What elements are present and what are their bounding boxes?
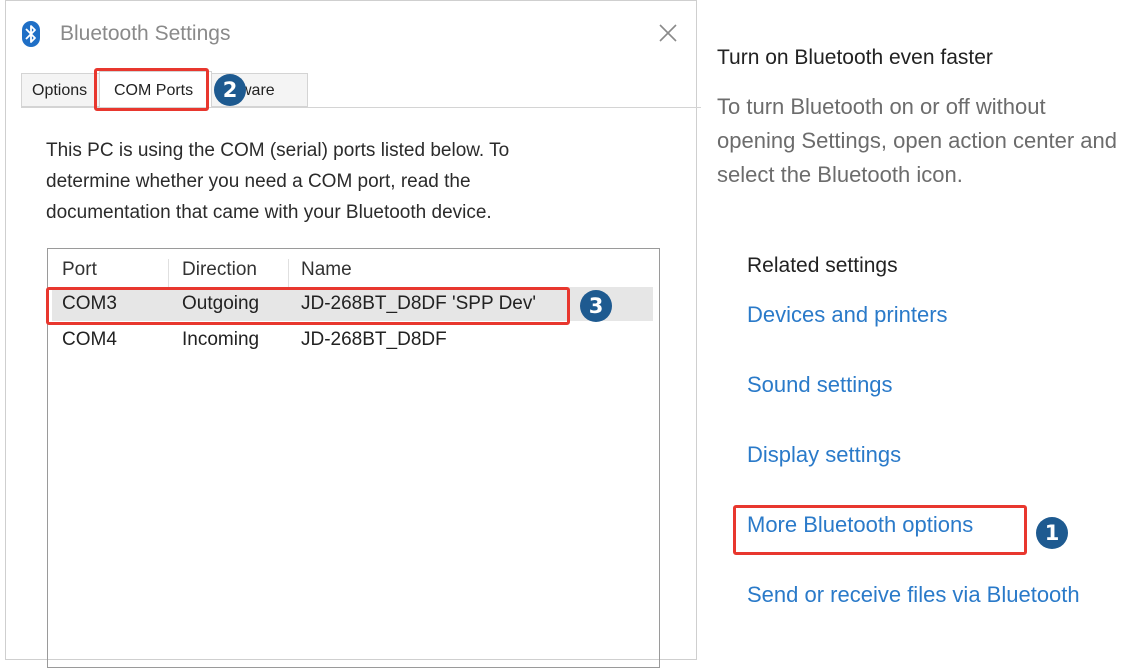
table-row[interactable]: COM4 Incoming JD-268BT_D8DF — [52, 323, 653, 357]
step-badge-3: 3 — [580, 290, 612, 322]
link-display-settings[interactable]: Display settings — [747, 442, 901, 468]
column-divider — [168, 259, 169, 287]
related-settings-heading: Related settings — [747, 254, 898, 277]
cell-direction: Incoming — [182, 329, 260, 350]
bluetooth-settings-dialog: Bluetooth Settings Options ware COM Port… — [5, 0, 701, 668]
tab-strip: Options ware COM Ports — [21, 71, 701, 108]
column-header-port[interactable]: Port — [62, 259, 97, 281]
tab-options[interactable]: Options — [21, 73, 99, 107]
link-send-receive-files[interactable]: Send or receive files via Bluetooth — [747, 582, 1080, 608]
table-row[interactable]: COM3 Outgoing JD-268BT_D8DF 'SPP Dev' — [52, 287, 653, 321]
tab-com-ports[interactable]: COM Ports — [99, 71, 212, 107]
cell-name: JD-268BT_D8DF — [301, 329, 447, 350]
column-divider — [288, 259, 289, 287]
dialog-title: Bluetooth Settings — [60, 22, 231, 45]
close-button[interactable] — [654, 19, 682, 47]
step-badge-2: 2 — [214, 74, 246, 106]
com-ports-list[interactable]: Port Direction Name COM3 Outgoing JD-268… — [47, 248, 660, 668]
tip-heading: Turn on Bluetooth even faster — [717, 46, 993, 69]
link-more-bluetooth-options[interactable]: More Bluetooth options — [747, 512, 973, 538]
column-header-name[interactable]: Name — [301, 259, 352, 281]
cell-port: COM3 — [62, 293, 117, 314]
close-icon — [659, 24, 677, 42]
cell-port: COM4 — [62, 329, 117, 350]
list-header: Port Direction Name — [48, 259, 659, 287]
link-sound-settings[interactable]: Sound settings — [747, 372, 893, 398]
step-badge-1: 1 — [1036, 517, 1068, 549]
com-ports-description: This PC is using the COM (serial) ports … — [46, 140, 510, 223]
tip-description: To turn Bluetooth on or off without open… — [717, 94, 1117, 187]
link-devices-and-printers[interactable]: Devices and printers — [747, 302, 948, 328]
bluetooth-icon — [22, 21, 40, 47]
title-bar: Bluetooth Settings — [6, 1, 696, 65]
column-header-direction[interactable]: Direction — [182, 259, 257, 281]
cell-name: JD-268BT_D8DF 'SPP Dev' — [301, 293, 536, 314]
cell-direction: Outgoing — [182, 293, 260, 314]
